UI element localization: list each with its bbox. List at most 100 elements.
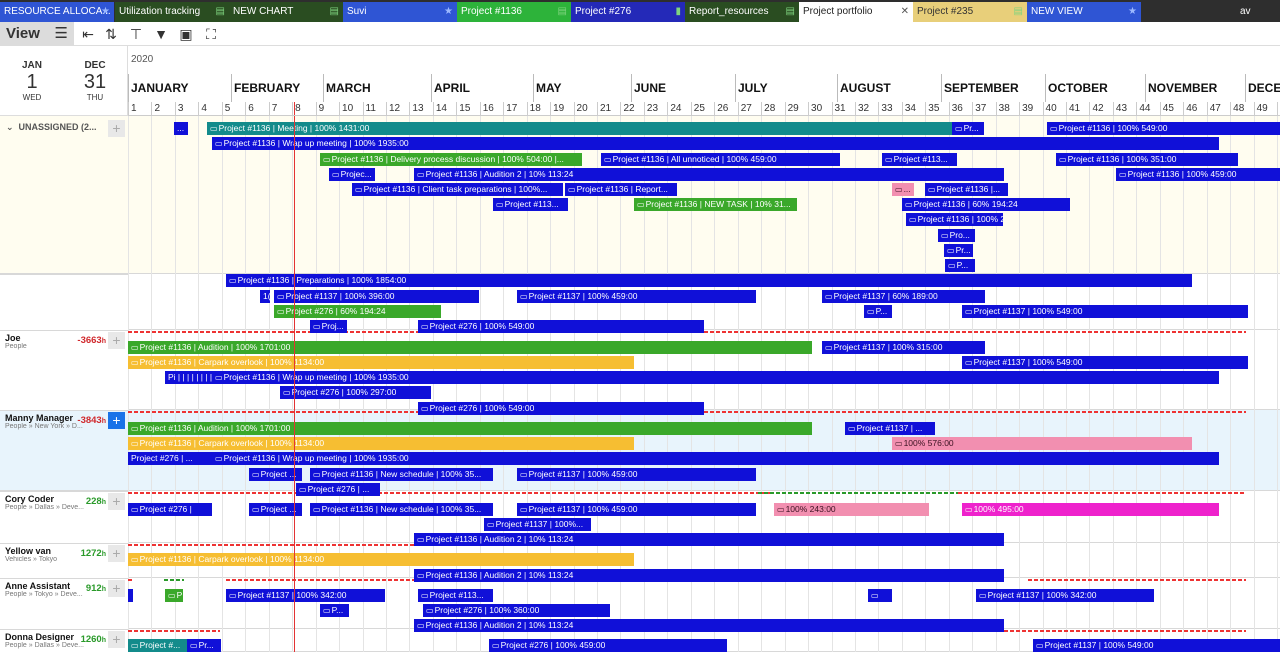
tab-8[interactable]: Project #235 ▤	[913, 2, 1027, 22]
task-bar[interactable]: ▭Project #1136 | 60% 194:24	[902, 198, 1070, 211]
resource-name[interactable]: Manny Manager	[5, 413, 73, 423]
filter-icon[interactable]: ▼	[151, 24, 171, 44]
add-resource-task-button[interactable]: +	[108, 631, 125, 648]
task-bar[interactable]: ▭100% 243:00	[774, 503, 929, 516]
task-bar[interactable]: 1(	[260, 290, 270, 303]
add-unassigned-button[interactable]: +	[108, 120, 125, 137]
close-icon[interactable]: ✕	[901, 2, 909, 22]
fullscreen-icon[interactable]: ⛶	[201, 24, 221, 44]
task-bar[interactable]: ▭Proj...	[310, 320, 347, 333]
task-bar[interactable]: Pi | | | | | | | | |	[165, 371, 218, 384]
paint-icon[interactable]: ⊤	[126, 24, 146, 44]
add-resource-task-button[interactable]: +	[108, 580, 125, 597]
tab-2[interactable]: NEW CHART ▤	[229, 2, 343, 22]
add-resource-task-button[interactable]: +	[108, 545, 125, 562]
tab-6[interactable]: Report_resources ▤	[685, 2, 799, 22]
task-bar[interactable]: ▭Project #1137 | 100% 459:00	[517, 503, 756, 516]
task-bar[interactable]: ▭P...	[945, 259, 975, 272]
task-bar[interactable]: ▭Project #1137 | 100%...	[484, 518, 591, 531]
task-bar[interactable]: ▭Project #1136 | 100% 459:00	[1116, 168, 1280, 181]
task-bar[interactable]: ▭Project #1136 | Meeting | 100% 1431:00	[207, 122, 952, 135]
end-date[interactable]: DEC 31 THU	[71, 60, 119, 102]
add-resource-task-button[interactable]: +	[108, 493, 125, 510]
task-bar[interactable]: ▭Project #113...	[882, 153, 957, 166]
task-bar[interactable]: ▭Project #1136 | 100% 351:00	[1056, 153, 1238, 166]
tab-4[interactable]: Project #1136 ▤	[457, 2, 571, 22]
tab-10[interactable]: av	[1236, 2, 1280, 22]
task-bar[interactable]: ▭Pr...	[187, 639, 221, 652]
task-bar[interactable]: ▭Project #276 | 100% 297:00	[280, 386, 431, 399]
task-bar[interactable]: ▭Project #1136 | Wrap up meeting | 100% …	[212, 137, 1219, 150]
task-bar[interactable]: ▭100% 495:00	[962, 503, 1219, 516]
task-bar[interactable]: ▭Project #276 | 100% 459:00	[489, 639, 727, 652]
task-bar[interactable]: ▭Project #1136 | Delivery process discus…	[320, 153, 582, 166]
start-date[interactable]: JAN 1 WED	[8, 60, 56, 102]
task-bar[interactable]: ▭Project #1137 | 100% 315:00	[822, 341, 985, 354]
task-bar[interactable]: ▭Project #1136 | Preparations | 100% 185…	[226, 274, 1192, 287]
task-bar[interactable]: Project #276 | ...	[128, 452, 212, 465]
sort-icon[interactable]: ⇅	[101, 24, 121, 44]
task-bar[interactable]: ▭Project #1136 | All unnoticed | 100% 45…	[601, 153, 840, 166]
task-bar[interactable]: ▭Project #1137 | 100% 459:00	[517, 468, 756, 481]
task-bar[interactable]: ▭Project #1136 | Audition 2 | 10% 113:24	[414, 533, 1004, 546]
tab-7[interactable]: Project portfolio ✕	[799, 2, 913, 22]
task-bar[interactable]: ▭Project #1136 | 100% 297:00	[906, 213, 1003, 226]
task-bar[interactable]: ▭100% 576:00	[892, 437, 1192, 450]
task-bar[interactable]: ▭Projec...	[329, 168, 375, 181]
add-resource-task-button[interactable]: +	[108, 332, 125, 349]
task-bar[interactable]: ▭Project #1136 | Carpark overlook | 100%…	[128, 356, 634, 369]
tab-1[interactable]: Utilization tracking ▤	[115, 2, 229, 22]
task-bar[interactable]: ▭...	[892, 183, 914, 196]
task-bar[interactable]: ▭Project #1137 | 100% 549:00	[962, 356, 1248, 369]
resource-name[interactable]: Donna Designer	[5, 632, 74, 642]
menu-icon[interactable]: ☰	[55, 22, 68, 46]
task-bar[interactable]: ▭Project #1136 | Audition 2 | 10% 113:24	[414, 619, 1004, 632]
task-bar[interactable]: ▭Project #1137 | 100% 459:00	[517, 290, 756, 303]
task-bar[interactable]: ▭Pr...	[952, 122, 984, 135]
task-bar[interactable]: ▭Project #1136 | 100% 549:00	[1047, 122, 1280, 135]
task-bar[interactable]: ▭Project #1136 | Carpark overlook | 100%…	[128, 437, 634, 450]
task-bar[interactable]: ▭Project #276 | 100% 360:00	[423, 604, 610, 617]
task-bar[interactable]: ▭Project #1137 | 100% 342:00	[976, 589, 1154, 602]
task-bar[interactable]: ▭Project #1136 | Client task preparation…	[352, 183, 563, 196]
task-bar[interactable]: ▭Project #276 | 100% 549:00	[418, 402, 704, 415]
task-bar[interactable]: ▭Project #1136 | Audition | 100% 1701:00	[128, 341, 812, 354]
view-button[interactable]: View ☰	[0, 22, 74, 46]
task-bar[interactable]	[128, 589, 133, 602]
task-bar[interactable]: ▭P...	[320, 604, 349, 617]
task-bar[interactable]: ▭Project #276 | 60% 194:24	[274, 305, 441, 318]
resource-name[interactable]: Anne Assistant	[5, 581, 70, 591]
task-bar[interactable]: ...	[174, 122, 188, 135]
task-bar[interactable]: ▭Project #276 |	[128, 503, 212, 516]
task-bar[interactable]: ▭Pro...	[938, 229, 975, 242]
task-bar[interactable]: ▭	[868, 589, 892, 602]
task-bar[interactable]: ▭Project #1136 | Audition 2 | 10% 113:24	[414, 168, 1004, 181]
task-bar[interactable]: ▭Project #...	[128, 639, 187, 652]
task-bar[interactable]: ▭Project #113...	[493, 198, 568, 211]
task-bar[interactable]: ▭Project #1136 | Wrap up meeting | 100% …	[212, 452, 1219, 465]
task-bar[interactable]: ▭Project #276 | 100% 549:00	[418, 320, 704, 333]
task-bar[interactable]: ▭Project #1136 | Carpark overlook | 100%…	[128, 553, 634, 566]
task-bar[interactable]: ▭Project #1136 | Wrap up meeting | 100% …	[212, 371, 1219, 384]
add-resource-task-button[interactable]: +	[108, 412, 125, 429]
task-bar[interactable]: ▭Project #1137 | 60% 189:00	[822, 290, 985, 303]
task-bar[interactable]: ▭Project #1136 | New schedule | 100% 35.…	[310, 503, 493, 516]
task-bar[interactable]: ▭Project #1137 | 100% 549:00	[1033, 639, 1280, 652]
task-bar[interactable]: ▭Project #276 | ...	[296, 483, 380, 496]
resource-name[interactable]: Yellow van	[5, 546, 51, 556]
task-bar[interactable]: ▭Project #1136 | Report...	[565, 183, 677, 196]
collapse-icon[interactable]: ⇤	[78, 24, 98, 44]
task-bar[interactable]: ▭Project #1137 | ...	[845, 422, 935, 435]
task-bar[interactable]: ▭Project #113...	[418, 589, 493, 602]
tab-9[interactable]: NEW VIEW ★	[1027, 2, 1141, 22]
task-bar[interactable]: ▭Project #1136 |...	[925, 183, 1008, 196]
tab-3[interactable]: Suvi ★	[343, 2, 457, 22]
task-bar[interactable]: ▭P	[165, 589, 183, 602]
tab-5[interactable]: Project #276 ▮	[571, 2, 685, 22]
task-bar[interactable]: ▭Project #1137 | 100% 396:00	[274, 290, 479, 303]
task-bar[interactable]: ▭Project #1137 | 100% 342:00	[226, 589, 385, 602]
unassigned-group[interactable]: ⌄ UNASSIGNED (2...	[6, 122, 97, 133]
resource-name[interactable]: Cory Coder	[5, 494, 54, 504]
tab-0[interactable]: RESOURCE ALLOCA... ★	[0, 2, 114, 22]
task-bar[interactable]: ▭Project #1136 | Audition | 100% 1701:00	[128, 422, 812, 435]
